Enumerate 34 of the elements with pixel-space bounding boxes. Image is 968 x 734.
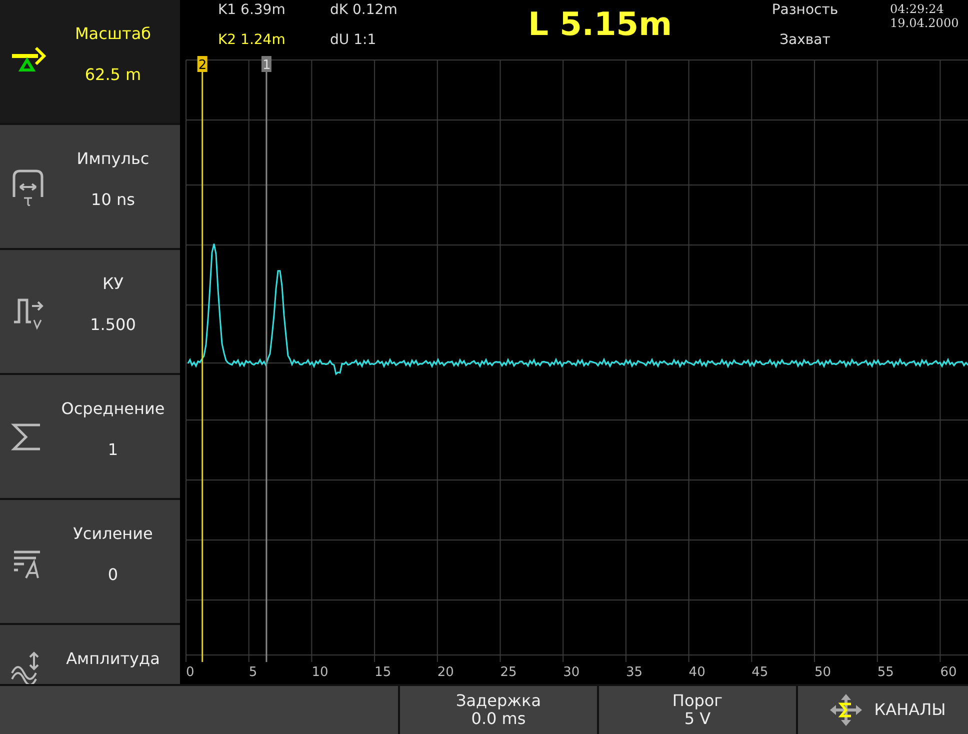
axis-tick-label: 40 [688, 665, 706, 680]
axis-tick-label: 50 [814, 665, 832, 680]
cursor-readout: K1 6.39m [218, 2, 286, 18]
axis-tick-label: 10 [312, 665, 328, 680]
axis-tick-label: 25 [500, 665, 517, 680]
axis-tick-label: 35 [626, 665, 642, 680]
date-label: 19.04.2000 [890, 16, 960, 30]
axis-tick-label: 30 [563, 665, 580, 680]
delta-readout: dU 1:1 [330, 32, 378, 48]
length-readout: L 5.15m [527, 5, 673, 45]
axis-tick-label: 20 [437, 665, 454, 680]
bottom-button[interactable]: Порог 5 V [599, 686, 796, 734]
four-arrows-sigma-icon [828, 692, 864, 728]
menu-item[interactable]: Осреднение 1 [0, 375, 180, 498]
mode-label: Разность [772, 2, 838, 18]
bottom-button[interactable]: Задержка 0.0 ms [400, 686, 597, 734]
capture-label: Захват [780, 32, 830, 48]
channels-button[interactable]: КАНАЛЫ [798, 686, 968, 734]
cursor-readout: K2 1.24m [218, 32, 286, 48]
axis-tick-label: 5 [248, 665, 258, 680]
axis-tick-label: 55 [877, 665, 894, 680]
bottom-button[interactable] [0, 686, 398, 734]
pulse-width-icon [10, 167, 46, 207]
delta-readout: dK 0.12m [330, 2, 398, 18]
time-label: 04:29:24 [890, 2, 945, 16]
menu-item[interactable]: Амплитуда [0, 625, 180, 684]
menu-item[interactable]: КУ 1.500 [0, 250, 180, 373]
axis-tick-label: 60 [940, 665, 957, 680]
menu-item[interactable]: Усиление 0 [0, 500, 180, 623]
menu-item[interactable]: Импульс 10 ns [0, 125, 180, 248]
axis-tick-label: 0 [186, 665, 194, 680]
axis-tick-label: 45 [752, 665, 768, 680]
menu-item[interactable]: Масштаб 62.5 m [0, 0, 180, 123]
axis-tick-label: 15 [374, 665, 392, 680]
